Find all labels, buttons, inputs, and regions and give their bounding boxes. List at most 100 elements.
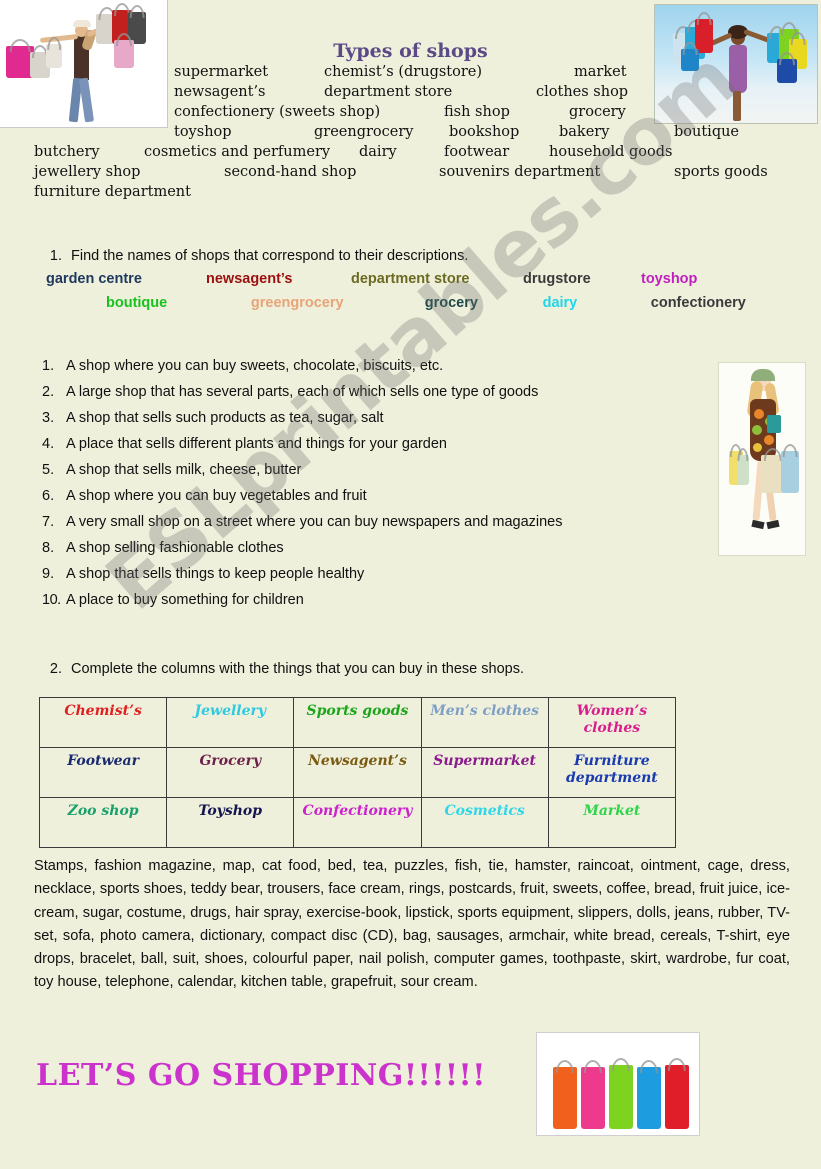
word-bank-item[interactable]: garden centre <box>46 271 206 287</box>
footer-title: LET’S GO SHOPPING!!!!!! <box>36 1058 486 1093</box>
descriptions-list: 1. A shop where you can buy sweets, choco… <box>42 358 742 618</box>
shop-column-label: Chemist’s <box>64 703 142 719</box>
word-bank-item[interactable]: confectionery <box>651 295 786 311</box>
description-text: A shop that sells milk, cheese, butter <box>66 462 302 478</box>
shop-type: confectionery (sweets shop) <box>174 104 381 120</box>
shop-column-cell[interactable]: Furniture department <box>547 747 677 798</box>
shop-types-row: toyshop greengrocery bookshop bakery boutiqu… <box>34 124 794 144</box>
shop-column-cell[interactable]: Men’s clothes <box>420 697 549 748</box>
exercise-1-number: 1. <box>49 248 62 264</box>
handbag <box>767 415 781 433</box>
description-number: 1. <box>42 358 55 374</box>
description-number: 8. <box>42 540 55 556</box>
shop-column-cell[interactable]: Cosmetics <box>420 797 549 848</box>
figure-hat <box>751 369 775 381</box>
shopping-bag-green <box>609 1065 633 1129</box>
word-bank-item[interactable]: boutique <box>106 295 251 311</box>
shop-types-row: confectionery (sweets shop) fish shop groc… <box>34 104 794 124</box>
shop-type: butchery <box>34 144 100 160</box>
description-item: 9. A shop that sells things to keep peopl… <box>42 566 742 592</box>
description-item: 7. A very small shop on a street where yo… <box>42 514 742 540</box>
description-item: 1. A shop where you can buy sweets, choco… <box>42 358 742 384</box>
shop-types-row: supermarket chemist’s (drugstore) market <box>34 64 794 84</box>
exercise-2: 2. Complete the columns with the things … <box>46 661 746 677</box>
shop-type: bookshop <box>449 124 520 140</box>
shop-column-cell[interactable]: Newsagent’s <box>293 747 422 798</box>
word-bank-item[interactable]: toyshop <box>641 271 731 287</box>
shop-column-cell[interactable]: Footwear <box>38 747 168 798</box>
shop-type: footwear <box>444 144 510 160</box>
shop-column-cell[interactable]: Supermarket <box>420 747 549 798</box>
shop-type: dairy <box>359 144 397 160</box>
shop-column-label: Supermarket <box>433 753 536 769</box>
shop-column-cell[interactable]: Jewellery <box>166 697 295 748</box>
shop-type: bakery <box>559 124 610 140</box>
shop-column-cell[interactable]: Grocery <box>166 747 295 798</box>
word-bank-item[interactable]: department store <box>351 271 523 287</box>
shop-column-label: Furniture department <box>565 753 658 786</box>
word-bank-item[interactable]: dairy <box>543 295 651 311</box>
shop-type: boutique <box>674 124 740 140</box>
shop-type: grocery <box>569 104 626 120</box>
shop-column-cell[interactable]: Confectionery <box>293 797 422 848</box>
shopping-bag-orange <box>553 1067 577 1129</box>
figure-hat <box>73 20 91 27</box>
shop-type: jewellery shop <box>34 164 141 180</box>
dress-pattern-dot <box>764 435 774 445</box>
word-bank-row-2: boutique greengrocery grocery dairy confecti… <box>46 295 786 319</box>
shop-column-label: Toyshop <box>198 803 263 819</box>
shop-column-cell[interactable]: Chemist’s <box>38 697 168 748</box>
description-text: A shop selling fashionable clothes <box>66 540 284 556</box>
description-text: A large shop that has several parts, eac… <box>66 384 539 400</box>
shopping-bag-blue <box>637 1067 661 1129</box>
shop-types-row: furniture department <box>34 184 794 204</box>
exercise-1-instruction: Find the names of shops that correspond … <box>71 248 469 264</box>
shopping-bag <box>781 451 799 493</box>
shop-type: household goods <box>549 144 673 160</box>
shop-column-label: Newsagent’s <box>308 753 407 769</box>
exercise-2-instruction: Complete the columns with the things tha… <box>71 661 524 677</box>
word-bank-item[interactable]: grocery <box>425 295 543 311</box>
shop-type: clothes shop <box>536 84 629 100</box>
shop-column-label: Footwear <box>67 753 139 769</box>
shop-column-cell[interactable]: Market <box>547 797 677 848</box>
shop-column-label: Confectionery <box>302 803 413 819</box>
description-text: A shop where you can buy vegetables and … <box>66 488 367 504</box>
description-text: A very small shop on a street where you … <box>66 514 563 530</box>
description-item: 4. A place that sells different plants an… <box>42 436 742 462</box>
shop-column-label: Women’s clothes <box>576 703 648 736</box>
word-bank-row-1: garden centre newsagent’s department store… <box>46 271 786 295</box>
shop-type: cosmetics and perfumery <box>144 144 331 160</box>
description-text: A shop that sells such products as tea, … <box>66 410 384 426</box>
shop-type: market <box>574 64 627 80</box>
exercise-1-heading: 1. Find the names of shops that correspo… <box>46 248 786 264</box>
shop-type: chemist’s (drugstore) <box>324 64 483 80</box>
shop-column-cell[interactable]: Toyshop <box>166 797 295 848</box>
shop-column-label: Men’s clothes <box>430 703 540 719</box>
description-text: A shop where you can buy sweets, chocola… <box>66 358 444 374</box>
description-number: 6. <box>42 488 55 504</box>
shop-type: supermarket <box>174 64 269 80</box>
word-bank-item[interactable]: drugstore <box>523 271 641 287</box>
shop-column-cell[interactable]: Zoo shop <box>38 797 168 848</box>
description-item: 2. A large shop that has several parts, e… <box>42 384 742 410</box>
shop-column-cell[interactable]: Sports goods <box>293 697 422 748</box>
shop-column-cell[interactable]: Women’s clothes <box>547 697 677 748</box>
exercise-2-number: 2. <box>49 661 62 677</box>
word-bank-item[interactable]: greengrocery <box>251 295 425 311</box>
shop-column-label: Market <box>583 803 641 819</box>
description-number: 9. <box>42 566 55 582</box>
shop-type: furniture department <box>34 184 191 200</box>
figure-shoe <box>766 519 780 530</box>
word-bank-item[interactable]: newsagent’s <box>206 271 351 287</box>
description-item: 10. A place to buy something for children <box>42 592 742 618</box>
shop-type: greengrocery <box>314 124 414 140</box>
shop-type: newsagent’s <box>174 84 266 100</box>
shop-types-row: butchery cosmetics and perfumery dairy foot… <box>34 144 794 164</box>
shop-type: second-hand shop <box>224 164 357 180</box>
table-row: Chemist’s Jewellery Sports goods Men’s clot… <box>38 697 677 748</box>
dress-pattern-dot <box>753 443 762 452</box>
description-text: A place to buy something for children <box>66 592 304 608</box>
description-number: 5. <box>42 462 55 478</box>
shop-column-label: Jewellery <box>194 703 267 719</box>
